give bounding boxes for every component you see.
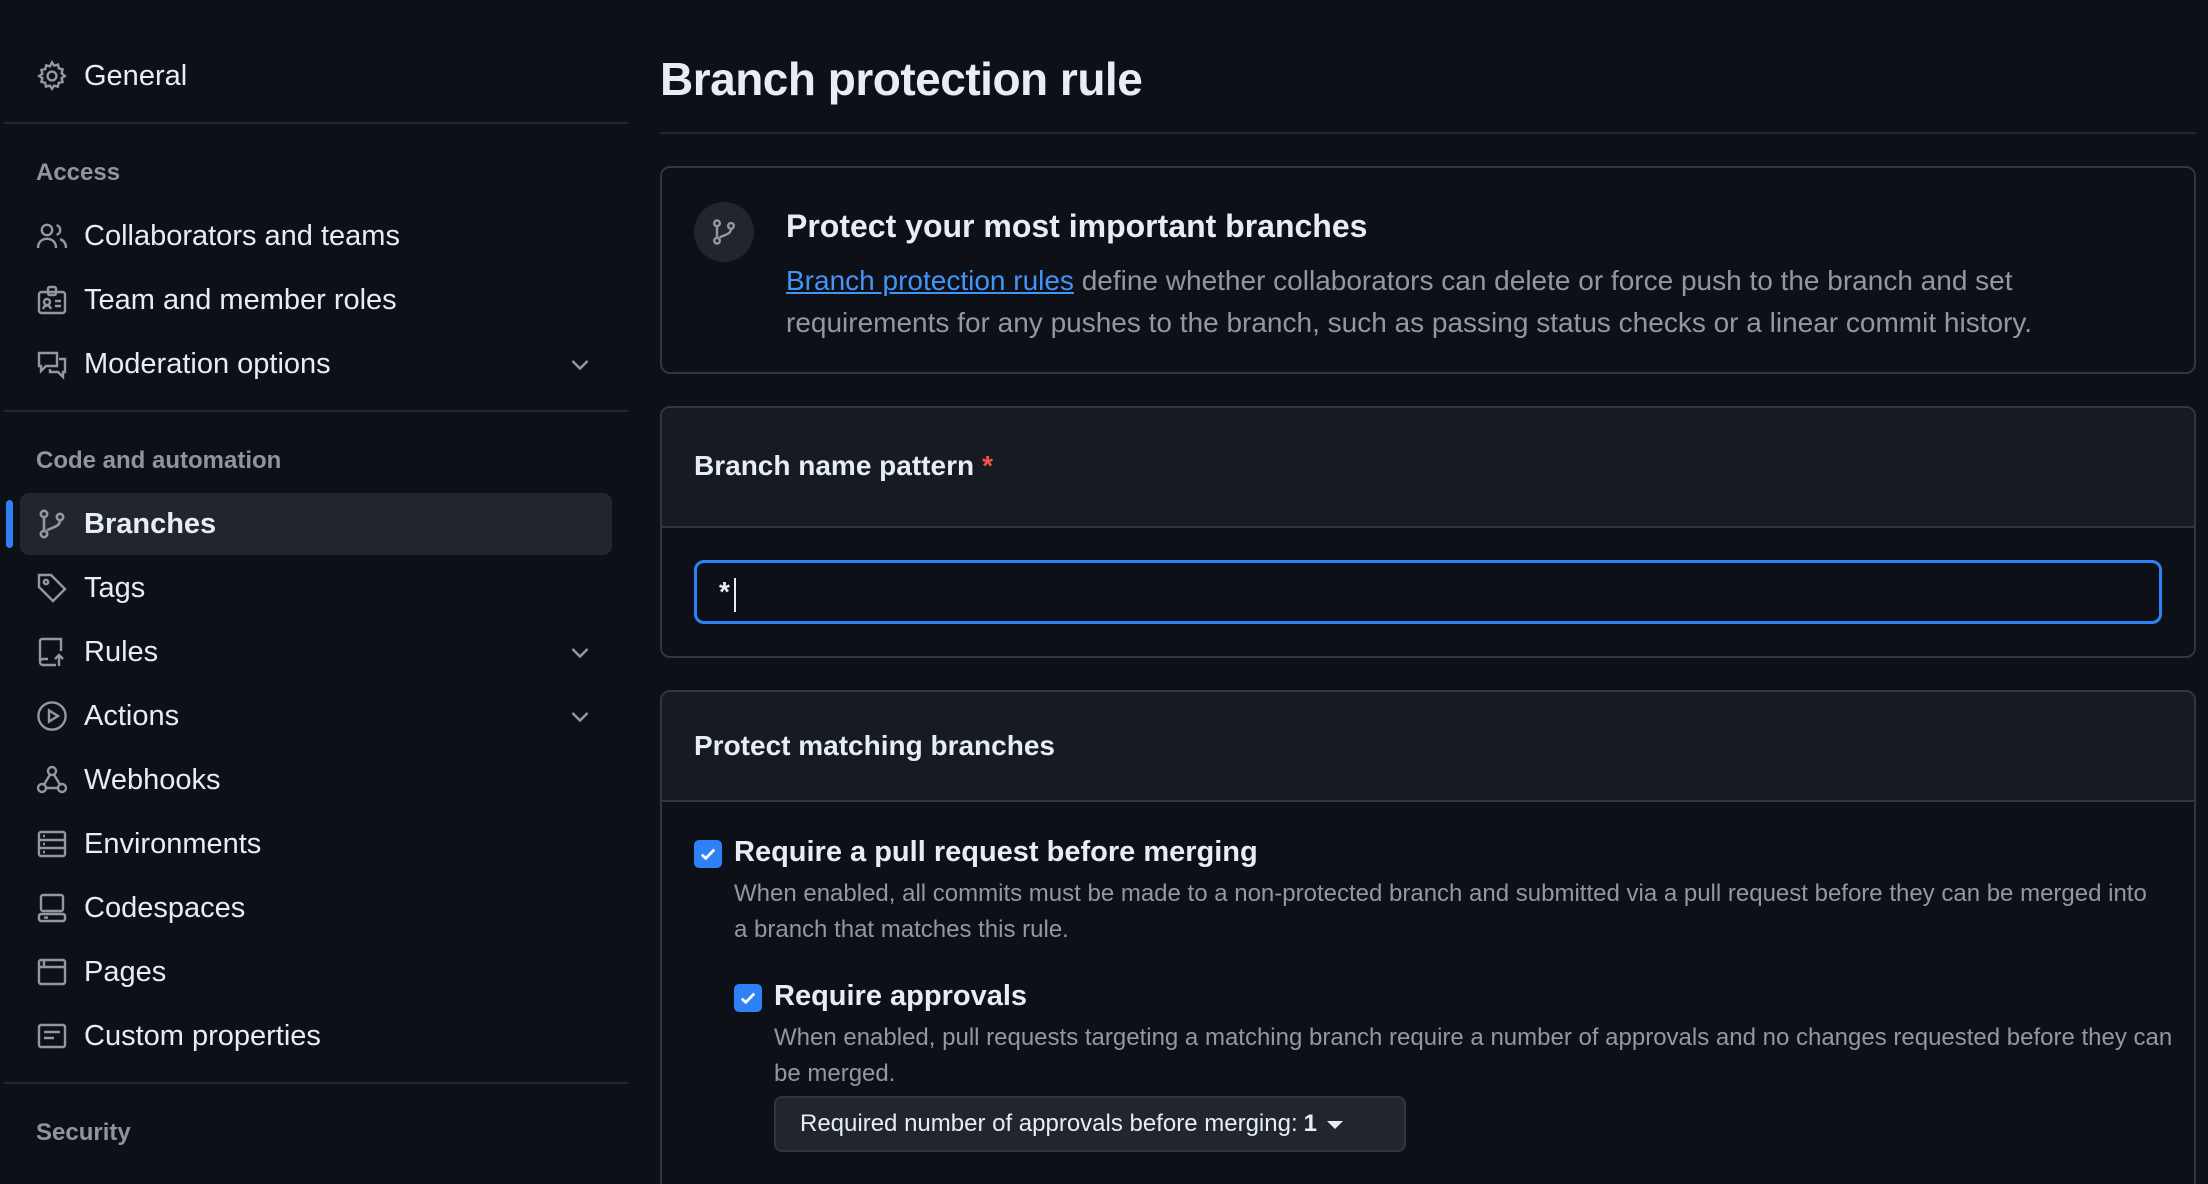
protect-matching-branches-heading: Protect matching branches <box>694 730 1055 761</box>
section-header: Branch name pattern * <box>662 408 2194 528</box>
label-text: Branch name pattern <box>694 450 975 481</box>
webhook-icon <box>36 764 68 796</box>
require-pull-request-checkbox[interactable] <box>694 840 722 868</box>
info-title: Protect your most important branches <box>786 208 1368 244</box>
sidebar-item-rules[interactable]: Rules <box>20 621 612 683</box>
sidebar-item-label: Tags <box>84 572 146 604</box>
sidebar-item-moderation[interactable]: Moderation options <box>20 333 612 395</box>
sidebar-item-label: Collaborators and teams <box>84 220 400 252</box>
sidebar-item-branches[interactable]: Branches <box>20 493 612 555</box>
require-approvals-title[interactable]: Require approvals <box>774 980 1027 1013</box>
sidebar-item-webhooks[interactable]: Webhooks <box>20 749 612 811</box>
sidebar-item-label: Codespaces <box>84 892 246 924</box>
required-marker: * <box>982 450 993 481</box>
tag-icon <box>36 572 68 604</box>
sidebar-item-tags[interactable]: Tags <box>20 557 612 619</box>
sidebar-item-collaborators[interactable]: Collaborators and teams <box>20 205 612 267</box>
git-branch-icon <box>36 508 68 540</box>
select-label: Required number of approvals before merg… <box>800 1110 1298 1137</box>
select-value: 1 <box>1303 1110 1317 1137</box>
sidebar-item-label: Webhooks <box>84 764 221 796</box>
branch-name-pattern-section: Branch name pattern * <box>660 406 2196 658</box>
sidebar-item-label: Environments <box>84 828 262 860</box>
sidebar-divider <box>4 410 628 412</box>
sidebar-item-codespaces[interactable]: Codespaces <box>20 877 612 939</box>
sidebar-item-pages[interactable]: Pages <box>20 941 612 1003</box>
sidebar-item-label: Moderation options <box>84 348 331 380</box>
title-divider <box>660 132 2196 134</box>
chevron-down-icon <box>571 648 589 659</box>
people-icon <box>36 220 68 252</box>
sidebar-item-environments[interactable]: Environments <box>20 813 612 875</box>
sidebar-item-label: Team and member roles <box>84 284 397 316</box>
sidebar-item-actions[interactable]: Actions <box>20 685 612 747</box>
main-content: Branch protection rule Protect your most… <box>660 0 2196 1184</box>
triangle-down-icon <box>1326 1121 1343 1129</box>
text-cursor <box>734 578 736 612</box>
play-icon <box>36 700 68 732</box>
sidebar-item-team-roles[interactable]: Team and member roles <box>20 269 612 331</box>
codespaces-icon <box>36 892 68 924</box>
sidebar-section-security: Security <box>36 1119 131 1146</box>
note-icon <box>36 1020 68 1052</box>
sidebar-divider <box>4 122 628 124</box>
require-pull-request-title[interactable]: Require a pull request before merging <box>734 836 1258 869</box>
git-branch-icon <box>694 202 754 262</box>
gear-icon <box>36 60 68 92</box>
sidebar-item-general[interactable]: General <box>20 45 612 107</box>
sidebar-section-code-automation: Code and automation <box>36 447 282 474</box>
comment-discussion-icon <box>36 348 68 380</box>
info-description: Branch protection rules define whether c… <box>786 260 2176 344</box>
require-approvals-description: When enabled, pull requests targeting a … <box>774 1024 2173 1087</box>
chevron-down-icon <box>571 712 589 723</box>
require-pull-request-description: When enabled, all commits must be made t… <box>734 880 2147 943</box>
sidebar-divider <box>4 1082 628 1084</box>
check-icon <box>740 992 756 1005</box>
server-icon <box>36 828 68 860</box>
branch-name-pattern-input[interactable] <box>694 560 2162 624</box>
sidebar-item-label: Actions <box>84 700 180 732</box>
sidebar-item-label: Custom properties <box>84 1020 321 1052</box>
info-banner: Protect your most important branches Bra… <box>660 166 2196 374</box>
sidebar-item-custom-properties[interactable]: Custom properties <box>20 1005 612 1067</box>
check-icon <box>700 848 716 861</box>
active-indicator <box>6 500 13 548</box>
sidebar-section-access: Access <box>36 159 121 186</box>
settings-page: General Access Collaborators and teams T… <box>0 0 2208 1184</box>
repo-push-icon <box>36 636 68 668</box>
sidebar-item-label: Pages <box>84 956 167 988</box>
section-header: Protect matching branches <box>662 692 2194 802</box>
id-badge-icon <box>36 284 68 316</box>
require-approvals-checkbox[interactable] <box>734 984 762 1012</box>
settings-sidebar: General Access Collaborators and teams T… <box>0 0 628 1184</box>
sidebar-item-label: Rules <box>84 636 159 668</box>
chevron-down-icon <box>571 360 589 371</box>
branch-name-pattern-label: Branch name pattern * <box>694 450 993 482</box>
sidebar-item-label: General <box>84 60 188 92</box>
page-title: Branch protection rule <box>660 53 1143 105</box>
branch-protection-rules-link[interactable]: Branch protection rules <box>786 265 1074 296</box>
sidebar-item-label: Branches <box>84 508 217 540</box>
required-approvals-select[interactable]: Required number of approvals before merg… <box>774 1096 1406 1152</box>
protect-matching-branches-section: Protect matching branches Require a pull… <box>660 690 2196 1184</box>
browser-icon <box>36 956 68 988</box>
